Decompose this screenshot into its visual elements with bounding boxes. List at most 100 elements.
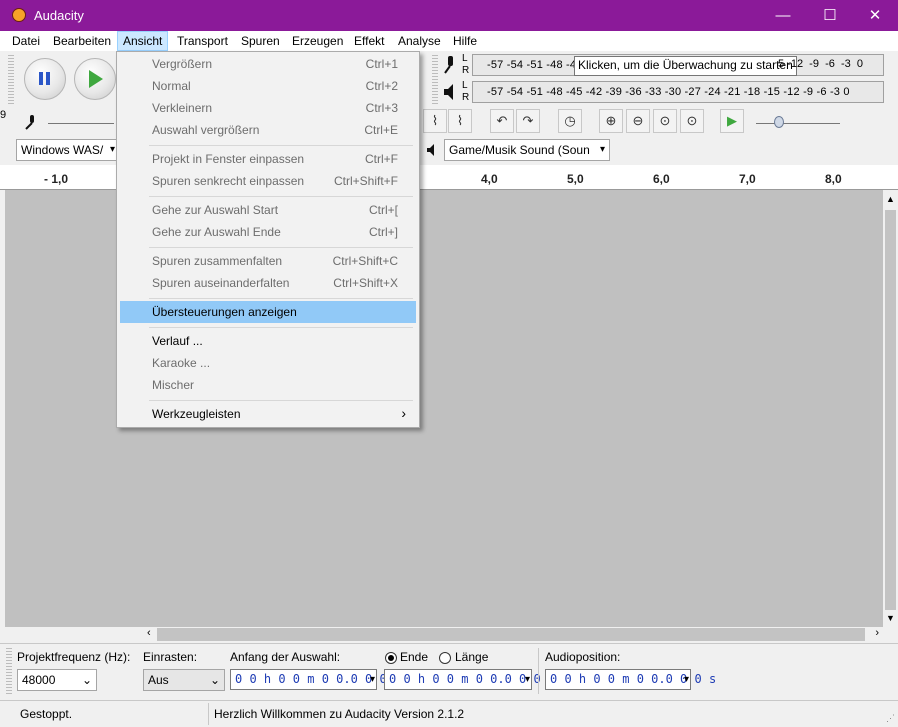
menu-item-auswahl-vergroessern[interactable]: Auswahl vergrößern Ctrl+E — [120, 119, 416, 141]
minimize-button[interactable]: — — [760, 0, 806, 31]
menu-item-projekt-einpassen[interactable]: Projekt in Fenster einpassen Ctrl+F — [120, 148, 416, 170]
menu-item-normal[interactable]: Normal Ctrl+2 — [120, 75, 416, 97]
zoom-out-icon: ⊖ — [632, 113, 644, 128]
divider — [538, 648, 539, 694]
menu-item-spuren-einpassen[interactable]: Spuren senkrecht einpassen Ctrl+Shift+F — [120, 170, 416, 192]
scroll-left-icon[interactable]: ‹ — [147, 627, 151, 639]
ruler-tick: 8,0 — [825, 172, 842, 186]
project-rate-label: Projektfrequenz (Hz): — [17, 650, 131, 664]
vertical-scroll-thumb[interactable] — [885, 210, 896, 610]
resize-grip-icon[interactable]: ⋰ — [886, 713, 895, 724]
pause-button[interactable] — [24, 58, 66, 100]
chevron-down-icon[interactable]: ▾ — [370, 670, 375, 689]
silence-button[interactable]: ⌇ — [448, 109, 472, 133]
menu-analyse[interactable]: Analyse — [398, 34, 441, 48]
undo-button[interactable]: ↶ — [490, 109, 514, 133]
snap-label: Einrasten: — [143, 650, 198, 664]
menu-item-karaoke[interactable]: Karaoke ... — [120, 352, 416, 374]
menu-item-verlauf[interactable]: Verlauf ... — [120, 330, 416, 352]
selection-start-value: 0 0 h 0 0 m 0 0.0 0 0 s — [235, 672, 402, 686]
vertical-scrollbar[interactable]: ▲ ▼ — [883, 190, 898, 627]
microphone-icon — [25, 115, 34, 130]
menu-separator — [149, 247, 413, 248]
toolbar-grip[interactable] — [6, 648, 12, 694]
length-radio[interactable] — [439, 652, 451, 664]
selection-start-time[interactable]: 0 0 h 0 0 m 0 0.0 0 0 s ▾ — [230, 669, 401, 690]
chevron-down-icon: ▾ — [109, 144, 115, 155]
record-meter-icon[interactable] — [442, 54, 460, 76]
audio-host-select[interactable]: Windows WAS/ ▾ — [16, 139, 120, 161]
zoom-in-button[interactable]: ⊕ — [599, 109, 623, 133]
status-state: Gestoppt. — [20, 707, 73, 721]
scroll-down-icon[interactable]: ▼ — [886, 613, 895, 623]
menu-item-gehe-auswahl-start[interactable]: Gehe zur Auswahl Start Ctrl+[ — [120, 199, 416, 221]
meter-grip[interactable] — [432, 54, 438, 104]
menu-hilfe[interactable]: Hilfe — [453, 34, 477, 48]
playback-device-select[interactable]: Game/Musik Sound (Soun ▾ — [444, 139, 610, 161]
menu-separator — [149, 298, 413, 299]
sync-lock-button[interactable]: ◷ — [558, 109, 582, 133]
play-at-speed-button[interactable]: ▶ — [720, 109, 744, 133]
status-bar: Gestoppt. Herzlich Willkommen zu Audacit… — [0, 700, 898, 727]
play-button[interactable] — [74, 58, 116, 100]
audacity-logo-icon — [12, 8, 26, 22]
menu-separator — [149, 327, 413, 328]
record-volume-slider[interactable] — [48, 123, 114, 124]
record-left-channel: L — [462, 53, 468, 64]
redo-button[interactable]: ↷ — [516, 109, 540, 133]
audio-position-label: Audioposition: — [545, 650, 621, 664]
play-speed-slider[interactable] — [756, 123, 840, 124]
ruler-tick: - 1,0 — [44, 172, 69, 186]
menu-item-vergroessern[interactable]: Vergrößern Ctrl+1 — [120, 53, 416, 75]
menu-transport[interactable]: Transport — [177, 34, 228, 48]
menu-bearbeiten[interactable]: Bearbeiten — [53, 34, 111, 48]
speaker-icon — [427, 144, 434, 156]
menu-separator — [149, 400, 413, 401]
fit-selection-button[interactable]: ⊙ — [653, 109, 677, 133]
trim-button[interactable]: ⌇ — [423, 109, 447, 133]
menu-effekt[interactable]: Effekt — [354, 34, 384, 48]
menu-spuren[interactable]: Spuren — [241, 34, 280, 48]
menu-item-verkleinern[interactable]: Verkleinern Ctrl+3 — [120, 97, 416, 119]
menu-item-werkzeugleisten[interactable]: Werkzeugleisten › — [120, 403, 416, 425]
speaker-icon[interactable] — [442, 81, 460, 103]
play-speed-thumb[interactable] — [774, 116, 784, 128]
chevron-down-icon[interactable]: ▾ — [684, 670, 689, 689]
ruler-tick: 6,0 — [653, 172, 670, 186]
chevron-down-icon[interactable]: ▾ — [525, 670, 530, 689]
menu-datei[interactable]: Datei — [12, 34, 40, 48]
audio-position-value: 0 0 h 0 0 m 0 0.0 0 0 s — [550, 672, 717, 686]
horizontal-scroll-thumb[interactable] — [157, 628, 865, 641]
selection-end-time[interactable]: 0 0 h 0 0 m 0 0.0 0 0 s ▾ — [384, 669, 555, 690]
ansicht-menu: Vergrößern Ctrl+1 Normal Ctrl+2 Verkleiner… — [116, 51, 420, 428]
project-rate-select[interactable]: 48000 ⌄ — [17, 669, 97, 691]
fit-project-button[interactable]: ⊙ — [680, 109, 704, 133]
menu-item-spuren-auseinanderfalten[interactable]: Spuren auseinanderfalten Ctrl+Shift+X — [120, 272, 416, 294]
menu-ansicht[interactable]: Ansicht — [117, 31, 169, 51]
audio-host-value: Windows WAS/ — [21, 143, 104, 157]
menu-item-gehe-auswahl-ende[interactable]: Gehe zur Auswahl Ende Ctrl+] — [120, 221, 416, 243]
playback-device-value: Game/Musik Sound (Soun — [449, 143, 590, 157]
close-button[interactable]: ✕ — [852, 0, 898, 31]
timer-icon: ◷ — [564, 113, 576, 128]
scroll-right-icon[interactable]: › — [875, 627, 879, 639]
pause-icon — [39, 72, 50, 85]
playback-meter[interactable]: -57 -54 -51 -48 -45 -42 -39 -36 -33 -30 … — [472, 81, 884, 103]
window-title: Audacity — [34, 8, 84, 23]
fit-project-icon: ⊙ — [686, 113, 698, 128]
ruler-tick: 5,0 — [567, 172, 584, 186]
menu-erzeugen[interactable]: Erzeugen — [292, 34, 343, 48]
zoom-out-button[interactable]: ⊖ — [626, 109, 650, 133]
snap-select[interactable]: Aus ⌄ — [143, 669, 225, 691]
menu-item-uebersteuerungen[interactable]: Übersteuerungen anzeigen — [120, 301, 416, 323]
toolbar-edge: 9 — [0, 109, 7, 121]
end-radio[interactable] — [385, 652, 397, 664]
scroll-up-icon[interactable]: ▲ — [886, 194, 895, 204]
menu-item-spuren-zusammenfalten[interactable]: Spuren zusammenfalten Ctrl+Shift+C — [120, 250, 416, 272]
audio-position-time[interactable]: 0 0 h 0 0 m 0 0.0 0 0 s ▾ — [545, 669, 716, 690]
divider — [208, 703, 209, 725]
toolbar-grip[interactable] — [8, 54, 14, 104]
undo-icon: ↶ — [496, 113, 508, 128]
maximize-button[interactable]: ☐ — [807, 0, 853, 31]
menu-item-mischer[interactable]: Mischer — [120, 374, 416, 396]
